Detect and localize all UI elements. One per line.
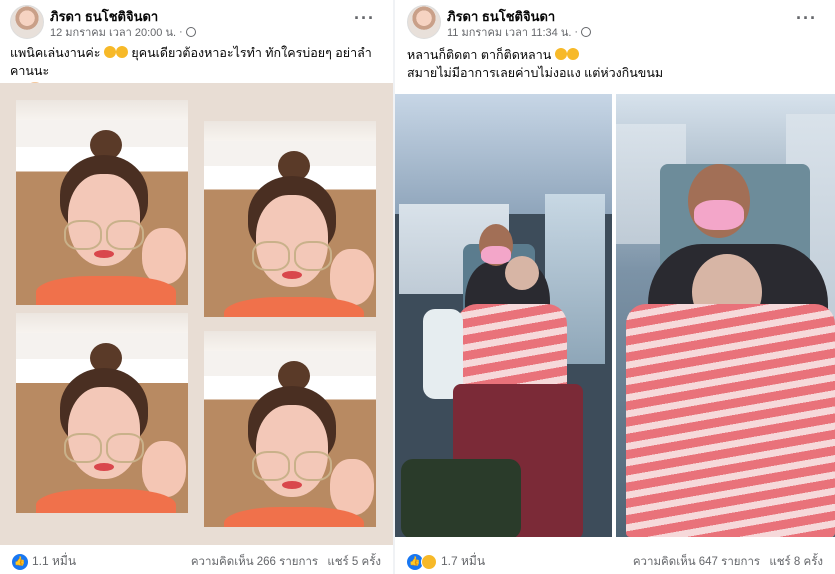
more-icon[interactable]: ··· [796,8,817,29]
reactions[interactable]: 👍 1.7 หมื่น [407,552,485,571]
timestamp[interactable]: 12 มกราคม เวลา 20:00 น. [50,23,176,41]
caption-text: หลานก็ติดตา ตาก็ติดหลาน [407,48,552,62]
timestamp[interactable]: 11 มกราคม เวลา 11:34 น. [447,23,571,41]
post-footer: 👍 1.7 หมื่น ความคิดเห็น 647 รายการ แชร์ … [395,545,835,574]
share-count[interactable]: แชร์ 5 ครั้ง [327,556,381,568]
share-count[interactable]: แชร์ 8 ครั้ง [769,556,823,568]
selfie-photo [16,100,188,305]
laugh-emoji-icon [103,46,116,58]
selfie-photo [16,313,188,513]
post-photo[interactable] [395,94,612,537]
post-left: ภิรดา ธนโชติจินดา 12 มกราคม เวลา 20:00 น… [0,0,393,574]
post-header: ภิรดา ธนโชติจินดา 11 มกราคม เวลา 11:34 น… [395,0,835,44]
like-icon: 👍 [12,553,28,570]
post-photo[interactable] [616,94,835,537]
post-photo[interactable] [0,83,393,545]
globe-icon [185,27,196,37]
post-stats: ความคิดเห็น 647 รายการ แชร์ 8 ครั้ง [633,553,823,571]
post-caption: หลานก็ติดตา ตาก็ติดหลาน สมายไม่มีอาการเล… [407,46,827,82]
comment-count[interactable]: ความคิดเห็น 266 รายการ [191,556,318,568]
post-footer: 👍 1.1 หมื่น ความคิดเห็น 266 รายการ แชร์ … [0,545,393,574]
reaction-count[interactable]: 1.1 หมื่น [32,552,76,571]
more-icon[interactable]: ··· [354,8,375,29]
caption-text: แพนิคเล่นงานค่ะ [10,46,101,60]
selfie-photo [204,331,376,527]
laugh-emoji-icon [566,48,579,60]
post-stats: ความคิดเห็น 266 รายการ แชร์ 5 ครั้ง [191,553,381,571]
feed: ภิรดา ธนโชติจินดา 12 มกราคม เวลา 20:00 น… [0,0,835,574]
laugh-emoji-icon [554,48,567,60]
caption-text: สมายไม่มีอาการเลยค่าบไม่งอแง แต่ห่วงกินข… [407,66,664,80]
avatar[interactable] [10,5,44,39]
laugh-emoji-icon [115,46,128,58]
comment-count[interactable]: ความคิดเห็น 647 รายการ [633,556,760,568]
post-meta: 12 มกราคม เวลา 20:00 น. · [50,23,196,41]
globe-icon [581,27,592,37]
avatar[interactable] [407,5,441,39]
post-meta: 11 มกราคม เวลา 11:34 น. · [447,23,592,41]
haha-icon [421,553,437,570]
post-header: ภิรดา ธนโชติจินดา 12 มกราคม เวลา 20:00 น… [0,0,393,44]
reactions[interactable]: 👍 1.1 หมื่น [12,552,76,571]
selfie-photo [204,121,376,317]
reaction-count[interactable]: 1.7 หมื่น [441,552,485,571]
post-right: ภิรดา ธนโชติจินดา 11 มกราคม เวลา 11:34 น… [395,0,835,574]
